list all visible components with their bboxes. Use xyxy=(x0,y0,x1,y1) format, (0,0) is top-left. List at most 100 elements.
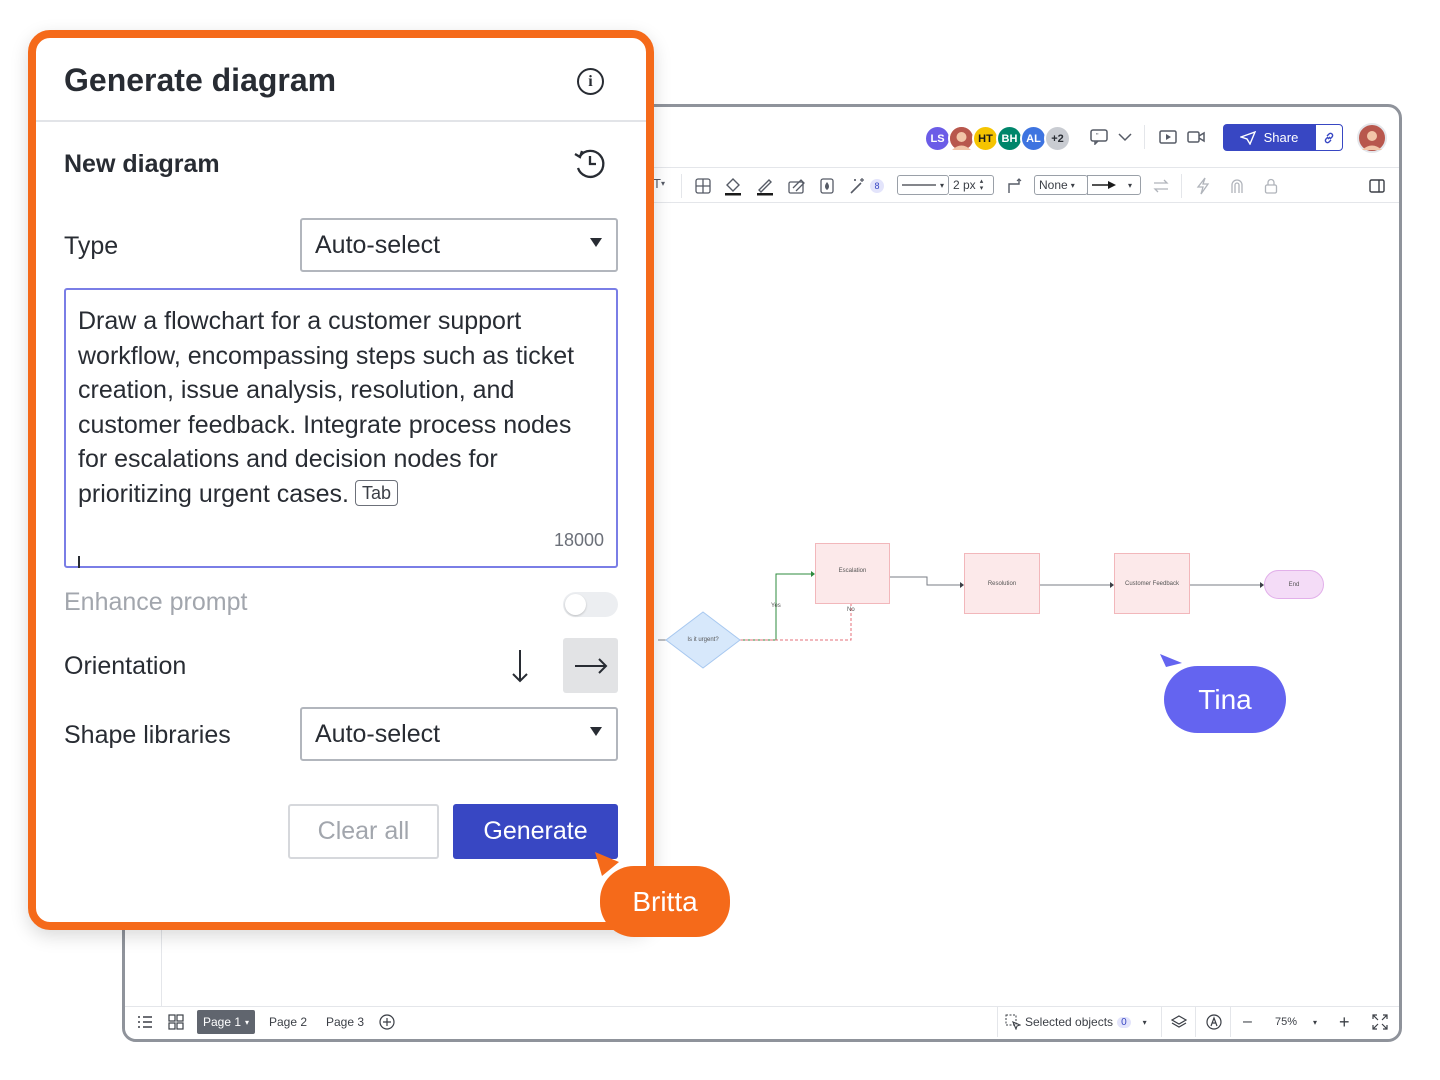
bottombar-divider xyxy=(997,1007,998,1037)
orientation-down-arrow-icon[interactable] xyxy=(502,648,538,684)
chevron-down-icon[interactable] xyxy=(1115,127,1135,147)
character-count: 18000 xyxy=(553,530,604,550)
resolution-node[interactable]: Resolution xyxy=(964,553,1040,614)
shape-libraries-select[interactable]: Auto-select xyxy=(300,707,618,761)
no-label: No xyxy=(847,607,855,613)
list-view-icon[interactable] xyxy=(137,1007,153,1037)
swap-arrows-icon[interactable] xyxy=(1151,176,1171,196)
zoom-out-icon[interactable]: – xyxy=(1243,1007,1252,1037)
page-tab-1-label: Page 1 xyxy=(203,1015,242,1029)
video-icon[interactable] xyxy=(1185,127,1207,147)
line-shape-icon[interactable] xyxy=(1005,176,1025,196)
link-button[interactable] xyxy=(1315,124,1343,151)
escalation-node[interactable]: Escalation xyxy=(815,543,890,604)
avatar-ht[interactable]: HT xyxy=(972,125,999,152)
line-style-preview-icon xyxy=(902,184,936,186)
lock-icon[interactable] xyxy=(1261,176,1281,196)
avatar-bh[interactable]: BH xyxy=(996,125,1023,152)
orientation-right-arrow-icon[interactable] xyxy=(563,638,618,693)
comment-icon[interactable]: " xyxy=(1088,127,1110,147)
page-tab-2[interactable]: Page 2 xyxy=(269,1007,307,1037)
avatar-overflow[interactable]: +2 xyxy=(1044,125,1071,152)
type-select[interactable]: Auto-select xyxy=(300,218,618,272)
grid-view-icon[interactable] xyxy=(168,1007,184,1037)
tina-cursor-label: Tina xyxy=(1164,666,1286,733)
yes-label: Yes xyxy=(771,603,781,609)
svg-text:": " xyxy=(1096,133,1099,140)
type-label: Type xyxy=(64,232,119,260)
end-node[interactable]: End xyxy=(1264,570,1324,599)
bottombar-divider xyxy=(1230,1007,1231,1037)
clear-all-button[interactable]: Clear all xyxy=(288,804,439,859)
layers-icon[interactable] xyxy=(1171,1007,1187,1037)
page-tab-1[interactable]: Page 1 ▾ xyxy=(197,1010,256,1034)
prompt-textarea[interactable]: Draw a flowchart for a customer support … xyxy=(64,288,618,568)
arrow-end-preview-icon xyxy=(1092,181,1116,189)
selection-icon xyxy=(1005,1014,1021,1030)
share-label: Share xyxy=(1263,130,1299,145)
add-page-icon[interactable] xyxy=(379,1007,395,1037)
zoom-level[interactable]: 75% xyxy=(1275,1007,1297,1037)
generate-diagram-panel: Generate diagram i New diagram Type Auto… xyxy=(28,30,654,930)
text-tool-label: T xyxy=(653,176,661,191)
line-style-select[interactable]: ▾ xyxy=(897,175,949,195)
avatar-ls[interactable]: LS xyxy=(924,125,951,152)
zoom-in-icon[interactable]: + xyxy=(1339,1007,1350,1037)
section-title: New diagram xyxy=(64,150,220,178)
user-photo-icon xyxy=(1362,131,1382,150)
opacity-icon[interactable] xyxy=(817,176,837,196)
text-tool-button[interactable]: T ▾ xyxy=(653,176,665,191)
line-color-icon[interactable] xyxy=(755,175,775,197)
selected-objects-control[interactable]: Selected objects 0 ▾ xyxy=(1005,1007,1147,1037)
type-select-value: Auto-select xyxy=(315,230,441,259)
caret-down-icon xyxy=(590,238,602,247)
history-icon[interactable] xyxy=(572,146,608,182)
selected-objects-label: Selected objects xyxy=(1025,1015,1114,1029)
magic-wand-icon[interactable] xyxy=(847,176,869,196)
zoom-dropdown-icon[interactable]: ▾ xyxy=(1313,1007,1317,1037)
panel-toggle-icon[interactable] xyxy=(1367,176,1387,196)
panel-title: Generate diagram xyxy=(64,62,337,98)
lightning-icon[interactable] xyxy=(1193,176,1213,196)
toolbar-divider xyxy=(1181,174,1182,198)
present-icon[interactable] xyxy=(1157,127,1179,147)
decision-label: Is it urgent? xyxy=(687,637,719,643)
info-icon[interactable]: i xyxy=(577,68,604,95)
fullscreen-icon[interactable] xyxy=(1372,1007,1388,1037)
selected-count-badge: 0 xyxy=(1117,1016,1131,1028)
shape-libraries-label: Shape libraries xyxy=(64,721,231,749)
avatar-photo[interactable] xyxy=(948,125,975,152)
prompt-text-content: Draw a flowchart for a customer support … xyxy=(78,307,575,508)
accessibility-icon[interactable] xyxy=(1206,1007,1222,1037)
avatar-al[interactable]: AL xyxy=(1020,125,1047,152)
topbar-divider xyxy=(1144,125,1145,149)
style-icon[interactable] xyxy=(787,176,807,196)
customer-feedback-node[interactable]: Customer Feedback xyxy=(1114,553,1190,614)
link-icon xyxy=(1324,132,1334,143)
bottombar-divider xyxy=(1195,1007,1196,1037)
current-user-avatar[interactable] xyxy=(1357,123,1387,153)
enhance-prompt-label: Enhance prompt xyxy=(64,588,248,616)
line-width-input[interactable]: 2 px ▴ ▾ xyxy=(949,175,994,195)
arrow-start-value: None xyxy=(1039,178,1068,192)
shape-libraries-value: Auto-select xyxy=(315,719,441,748)
page-tab-3[interactable]: Page 3 xyxy=(326,1007,364,1037)
effects-count-badge: 8 xyxy=(870,179,884,193)
prompt-text: Draw a flowchart for a customer support … xyxy=(78,304,606,511)
editor-bottombar: Page 1 ▾ Page 2 Page 3 Selected objects 0… xyxy=(125,1006,1399,1039)
send-icon xyxy=(1239,130,1256,145)
bottombar-divider xyxy=(1161,1007,1162,1037)
tab-hint-chip[interactable]: Tab xyxy=(354,479,398,506)
britta-cursor-label: Britta xyxy=(600,866,730,937)
share-button[interactable]: Share xyxy=(1223,124,1315,151)
enhance-prompt-toggle[interactable] xyxy=(563,592,618,617)
toolbar-divider xyxy=(681,174,682,198)
line-width-value: 2 px xyxy=(953,178,976,192)
arrow-start-select[interactable]: None ▾ xyxy=(1034,175,1088,195)
text-cursor xyxy=(78,556,80,568)
table-icon[interactable] xyxy=(693,176,713,196)
magnet-icon[interactable] xyxy=(1227,176,1247,196)
user-photo-icon xyxy=(950,127,973,150)
arrow-end-select[interactable]: ▾ xyxy=(1087,175,1141,195)
fill-color-icon[interactable] xyxy=(723,175,743,197)
